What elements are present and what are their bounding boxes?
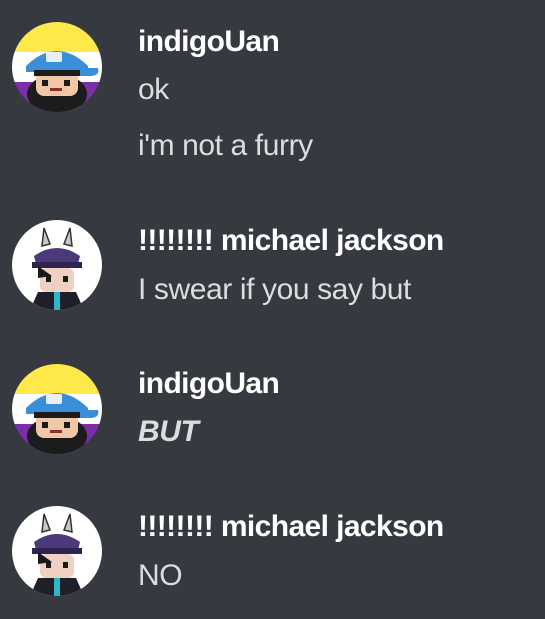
message-text: BUT — [138, 415, 199, 448]
message-author[interactable]: !!!!!!!! michael jackson — [138, 509, 444, 545]
message-text: NO — [138, 559, 183, 592]
michael-avatar-icon[interactable] — [12, 220, 102, 310]
message-author[interactable]: indigoUan — [138, 366, 280, 402]
michael-avatar-icon[interactable] — [12, 506, 102, 596]
message-text: i'm not a furry — [138, 129, 313, 162]
chat-message-list: indigoUan ok i'm not a furry !!!!!!!! mi… — [0, 0, 545, 619]
message-text: ok — [138, 73, 169, 106]
message-author[interactable]: indigoUan — [138, 24, 280, 60]
indigo-avatar-icon[interactable] — [12, 22, 102, 112]
indigo-avatar-icon[interactable] — [12, 364, 102, 454]
message-author[interactable]: !!!!!!!! michael jackson — [138, 223, 444, 259]
message-text: I swear if you say but — [138, 273, 411, 306]
